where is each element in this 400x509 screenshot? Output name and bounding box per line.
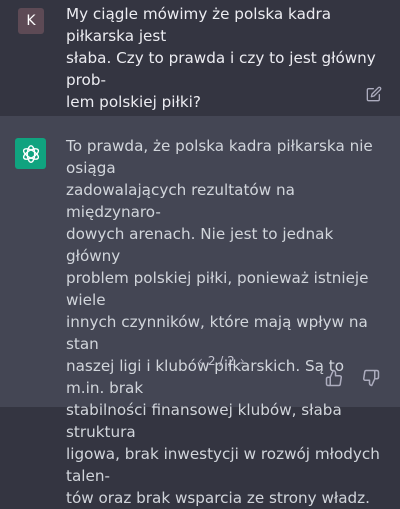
edit-button[interactable] <box>364 84 384 104</box>
edit-icon <box>366 86 382 102</box>
previous-response-button[interactable]: ‹ <box>198 354 203 368</box>
thumbs-down-icon <box>363 369 380 387</box>
user-avatar: K <box>18 8 44 34</box>
assistant-message-text: To prawda, że polska kadra piłkarska nie… <box>66 137 380 507</box>
pager-label: 2 / 2 <box>207 354 235 368</box>
thumbs-up-button[interactable] <box>325 369 347 391</box>
next-response-button[interactable]: › <box>240 354 245 368</box>
assistant-avatar <box>15 138 46 169</box>
user-message: K My ciągle mówimy że polska kadra piłka… <box>0 0 400 116</box>
user-message-text: My ciągle mówimy że polska kadra piłkars… <box>66 5 376 111</box>
response-pager: ‹ 2 / 2 › <box>198 354 245 368</box>
thumbs-up-icon <box>325 369 342 387</box>
openai-logo-icon <box>22 144 39 163</box>
thumbs-down-button[interactable] <box>362 369 384 391</box>
assistant-message: To prawda, że polska kadra piłkarska nie… <box>0 116 400 507</box>
